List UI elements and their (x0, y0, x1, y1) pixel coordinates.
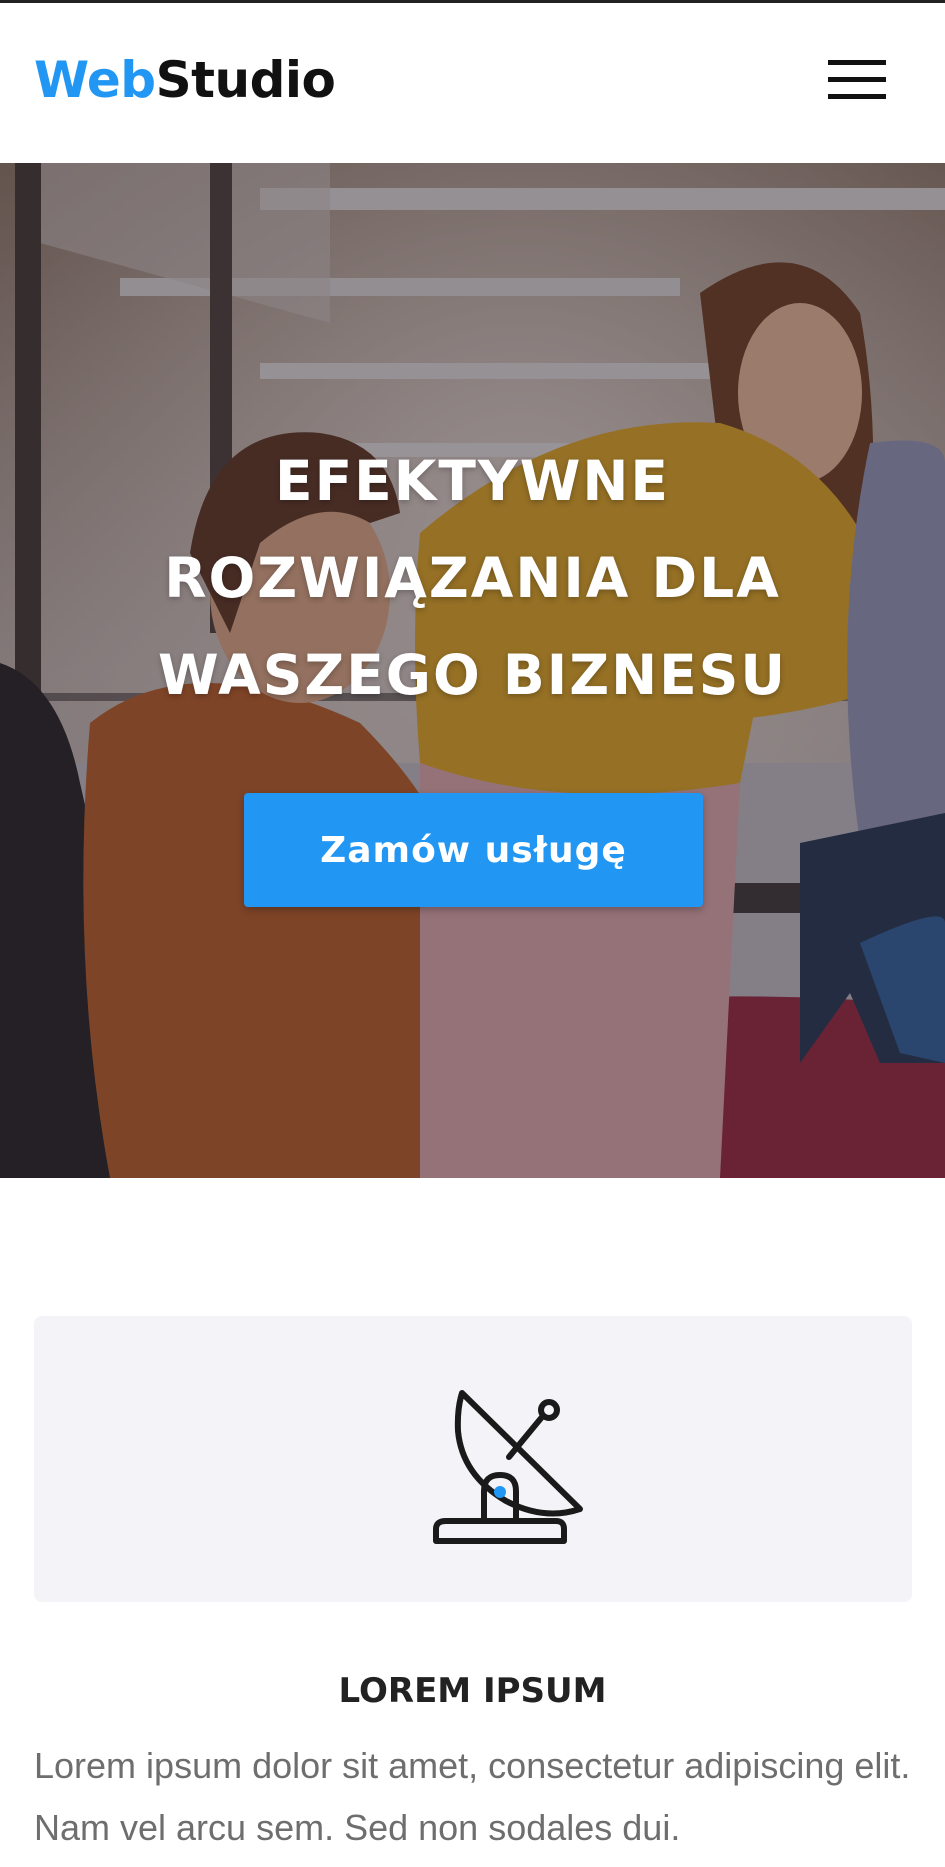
menu-bar-middle (828, 77, 886, 82)
site-header: WebStudio (0, 3, 945, 163)
menu-bar-top (828, 60, 886, 65)
logo-part-web: Web (34, 51, 156, 109)
satellite-dish-icon (433, 1390, 583, 1544)
order-service-button[interactable]: Zamów usługę (244, 793, 703, 907)
hero-title-line-3: WASZEGO BIZNESU (157, 643, 787, 707)
feature-description: Lorem ipsum dolor sit amet, consectetur … (34, 1745, 911, 1848)
logo-part-studio: Studio (155, 51, 336, 109)
hamburger-menu-icon[interactable] (828, 60, 886, 100)
site-logo[interactable]: WebStudio (34, 47, 336, 113)
menu-bar-bottom (828, 94, 886, 99)
hero-section: EFEKTYWNE ROZWIĄZANIA DLA WASZEGO BIZNES… (0, 163, 945, 1178)
hero-title-line-2: ROZWIĄZANIA DLA (164, 546, 781, 610)
feature-title: LOREM IPSUM (338, 1671, 607, 1711)
hero-title: EFEKTYWNE ROZWIĄZANIA DLA WASZEGO BIZNES… (0, 433, 945, 724)
hero-title-line-1: EFEKTYWNE (275, 449, 670, 513)
feature-card (34, 1316, 912, 1602)
